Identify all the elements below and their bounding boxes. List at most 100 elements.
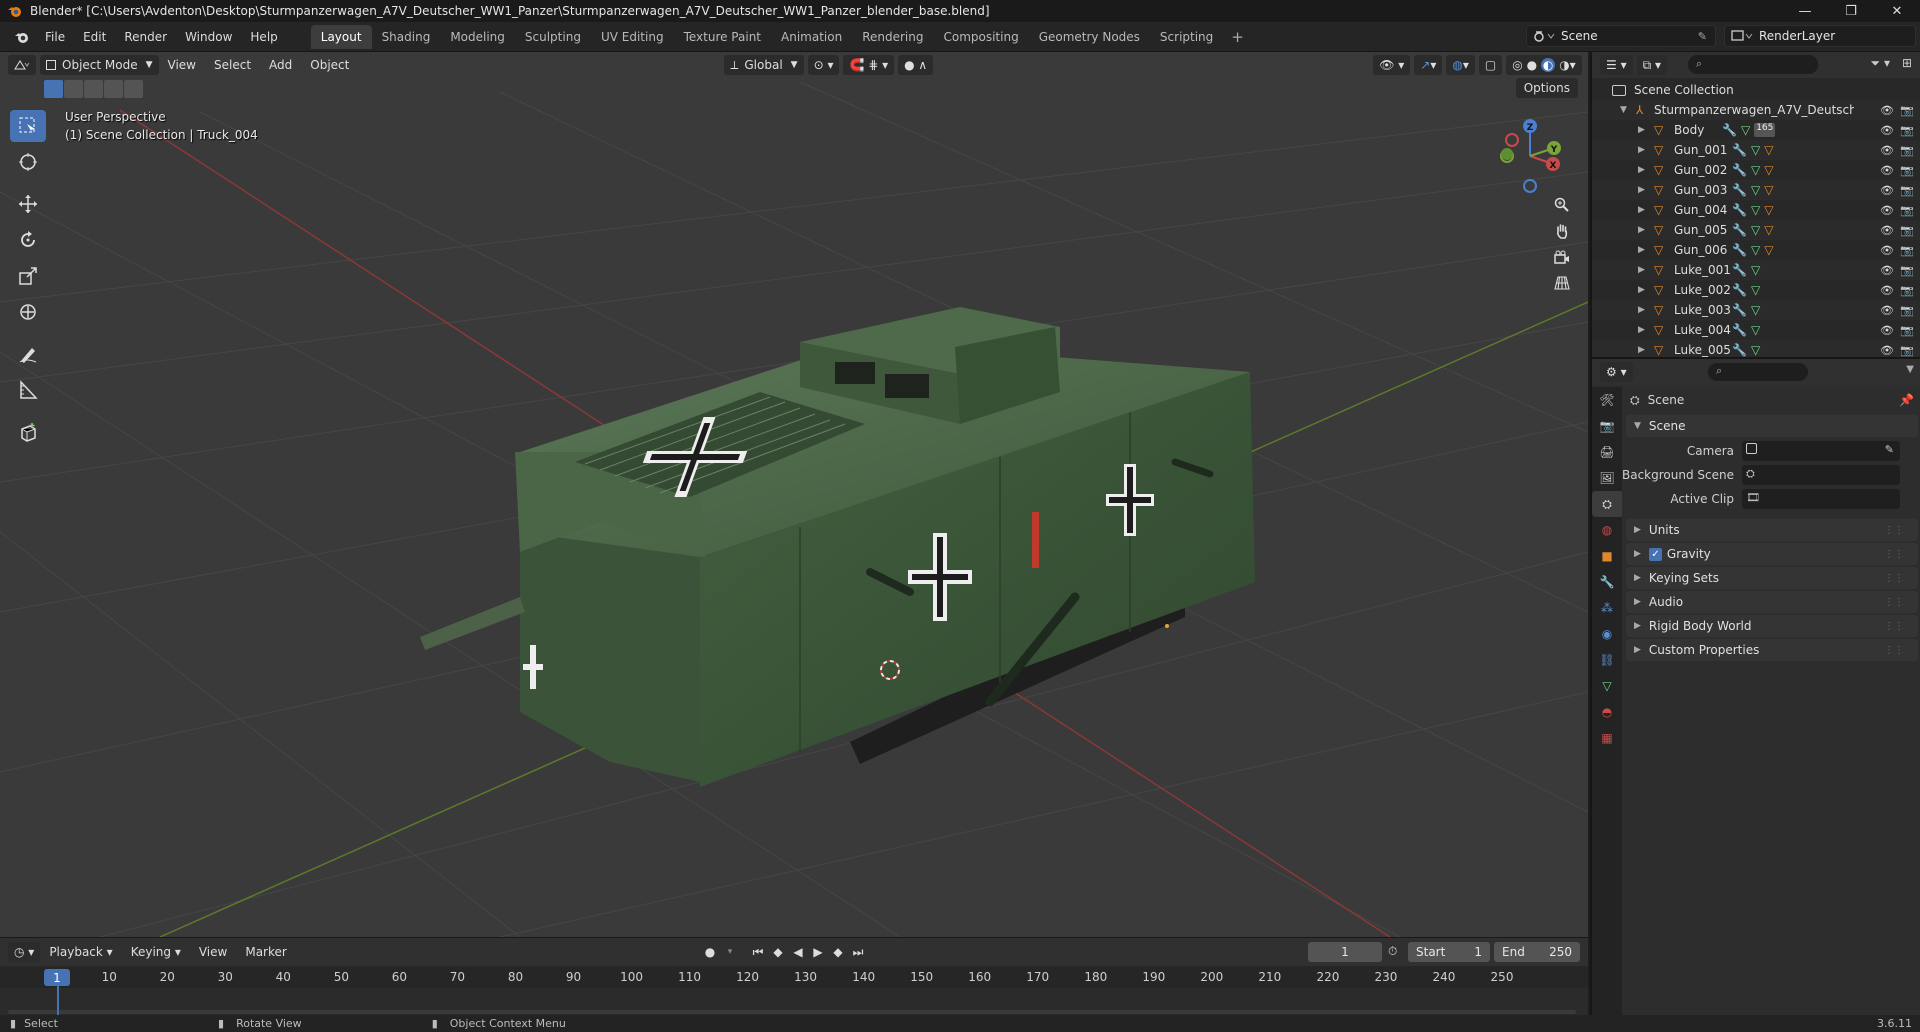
scene-selector[interactable]: Scene ✎: [1526, 25, 1716, 47]
properties-search-input[interactable]: ⌕: [1708, 363, 1808, 381]
child-object-icon[interactable]: ▽: [1764, 143, 1773, 157]
object-name[interactable]: Gun_004: [1674, 203, 1727, 217]
object-name[interactable]: Gun_003: [1674, 183, 1727, 197]
menu-render[interactable]: Render: [115, 30, 176, 44]
object-name[interactable]: Luke_002: [1674, 283, 1731, 297]
expand-icon[interactable]: ▶: [1638, 285, 1645, 295]
xray-button[interactable]: ▢: [1478, 55, 1503, 75]
render-camera-icon[interactable]: 📷: [1900, 204, 1914, 217]
panel-header[interactable]: ▶ ✓ Gravity ⋮⋮: [1626, 543, 1918, 565]
modifier-wrench-icon[interactable]: 🔧: [1732, 303, 1747, 317]
panel-header[interactable]: ▶ Rigid Body World ⋮⋮: [1626, 615, 1918, 637]
outliner-collection-row[interactable]: ▼ ⅄ Sturmpanzerwagen_A7V_Deutscher_W 👁 📷: [1592, 100, 1920, 120]
pin-icon[interactable]: 📌: [1899, 393, 1914, 407]
snap-button[interactable]: 🧲 ⋕ ▾: [843, 55, 895, 75]
active-clip-field[interactable]: 🎞: [1742, 489, 1900, 509]
mesh-data-icon[interactable]: ▽: [1751, 243, 1760, 257]
modifier-wrench-icon[interactable]: 🔧: [1732, 283, 1747, 297]
mesh-data-icon[interactable]: ▽: [1751, 303, 1760, 317]
scene-tab-icon[interactable]: ⛭: [1592, 491, 1622, 517]
child-object-icon[interactable]: ▽: [1764, 243, 1773, 257]
editor-type-button[interactable]: [8, 55, 36, 75]
mesh-data-icon[interactable]: ▽: [1751, 203, 1760, 217]
visibility-eye-icon[interactable]: 👁: [1880, 264, 1894, 277]
panel-header[interactable]: ▶ Keying Sets ⋮⋮: [1626, 567, 1918, 589]
drag-handle-icon[interactable]: ⋮⋮: [1884, 573, 1904, 584]
panel-header[interactable]: ▶ Units ⋮⋮: [1626, 519, 1918, 541]
drag-handle-icon[interactable]: ⋮⋮: [1884, 525, 1904, 536]
visibility-eye-icon[interactable]: 👁: [1880, 304, 1894, 317]
constraints-tab-icon[interactable]: ⛓: [1592, 647, 1622, 673]
jump-end-icon[interactable]: ⏭: [848, 942, 868, 962]
transform-tool[interactable]: [10, 296, 46, 328]
render-camera-icon[interactable]: 📷: [1900, 144, 1914, 157]
viewport-menu-select[interactable]: Select: [205, 58, 260, 72]
properties-editor-type-button[interactable]: ⚙ ▾: [1600, 362, 1633, 382]
render-camera-icon[interactable]: 📷: [1900, 344, 1914, 357]
modifier-wrench-icon[interactable]: 🔧: [1732, 223, 1747, 237]
playhead-line[interactable]: [57, 986, 59, 1016]
playhead-frame-label[interactable]: 1: [44, 969, 70, 986]
outliner-object-row[interactable]: ▶ ▽ Luke_002 🔧 ▽ 👁 📷: [1592, 280, 1920, 300]
drag-handle-icon[interactable]: ⋮⋮: [1884, 597, 1904, 608]
properties-editor[interactable]: ⚙ ▾ ⌕ ▼ 🛠 📷 🖨 🖼 ⛭ ◍ ■ 🔧 ⁂ ◉ ⛓ ▽ ◓ ▦ ⛭ Sc…: [1590, 357, 1920, 1017]
viewport-menu-view[interactable]: View: [159, 58, 205, 72]
viewport-menu-object[interactable]: Object: [301, 58, 358, 72]
object-tab-icon[interactable]: ■: [1592, 543, 1622, 569]
annotate-tool[interactable]: [10, 338, 46, 370]
pan-hand-icon[interactable]: [1548, 218, 1576, 244]
tab-layout[interactable]: Layout: [310, 24, 372, 49]
object-name[interactable]: Body: [1674, 123, 1704, 137]
tab-scripting[interactable]: Scripting: [1150, 25, 1223, 49]
outliner-object-row[interactable]: ▶ ▽ Body 🔧 ▽ 165 👁 📷: [1592, 120, 1920, 140]
mesh-data-icon[interactable]: ▽: [1751, 263, 1760, 277]
object-name[interactable]: Gun_006: [1674, 243, 1727, 257]
render-camera-icon[interactable]: 📷: [1900, 304, 1914, 317]
child-object-icon[interactable]: ▽: [1764, 223, 1773, 237]
outliner-object-row[interactable]: ▶ ▽ Gun_003 🔧 ▽ ▽ 👁 📷: [1592, 180, 1920, 200]
maximize-button[interactable]: ❐: [1828, 0, 1874, 22]
material-tab-icon[interactable]: ◓: [1592, 699, 1622, 725]
modifier-wrench-icon[interactable]: 🔧: [1732, 343, 1747, 357]
minimize-button[interactable]: —: [1782, 0, 1828, 22]
texture-tab-icon[interactable]: ▦: [1592, 725, 1622, 751]
outliner-scene-collection[interactable]: Scene Collection: [1592, 80, 1920, 100]
gizmo-toggle-button[interactable]: ↗ ▾: [1414, 55, 1443, 75]
drag-handle-icon[interactable]: ⋮⋮: [1884, 621, 1904, 632]
modifier-wrench-icon[interactable]: 🔧: [1732, 143, 1747, 157]
outliner-object-row[interactable]: ▶ ▽ Gun_001 🔧 ▽ ▽ 👁 📷: [1592, 140, 1920, 160]
timeline-scrollbar[interactable]: [8, 1010, 1576, 1014]
outliner-object-row[interactable]: ▶ ▽ Gun_005 🔧 ▽ ▽ 👁 📷: [1592, 220, 1920, 240]
tab-geometry-nodes[interactable]: Geometry Nodes: [1029, 25, 1150, 49]
physics-tab-icon[interactable]: ◉: [1592, 621, 1622, 647]
object-mode-dropdown[interactable]: Object Mode ▼: [40, 55, 159, 75]
render-tab-icon[interactable]: 📷: [1592, 413, 1622, 439]
visibility-eye-icon[interactable]: 👁: [1880, 184, 1894, 197]
panel-header[interactable]: ▶ Audio ⋮⋮: [1626, 591, 1918, 613]
object-name[interactable]: Gun_005: [1674, 223, 1727, 237]
modifier-wrench-icon[interactable]: 🔧: [1732, 183, 1747, 197]
tab-modeling[interactable]: Modeling: [440, 25, 515, 49]
menu-file[interactable]: File: [36, 30, 74, 44]
tab-rendering[interactable]: Rendering: [852, 25, 933, 49]
render-camera-icon[interactable]: 📷: [1900, 284, 1914, 297]
scale-tool[interactable]: [10, 260, 46, 292]
render-camera-icon[interactable]: 📷: [1900, 104, 1914, 117]
outliner-object-row[interactable]: ▶ ▽ Luke_004 🔧 ▽ 👁 📷: [1592, 320, 1920, 340]
blender-menu-icon[interactable]: [8, 25, 36, 49]
navigation-gizmo[interactable]: Z X Y: [1490, 114, 1570, 194]
tab-shading[interactable]: Shading: [372, 25, 441, 49]
output-tab-icon[interactable]: 🖨: [1592, 439, 1622, 465]
select-new-mode[interactable]: [44, 80, 63, 98]
select-extend-mode[interactable]: [64, 80, 83, 98]
mesh-data-icon[interactable]: ▽: [1751, 343, 1760, 357]
modifier-wrench-icon[interactable]: 🔧: [1732, 263, 1747, 277]
timeline-menu-view[interactable]: View: [190, 945, 236, 959]
expand-icon[interactable]: ▶: [1638, 165, 1645, 175]
chevron-down-icon[interactable]: ▼: [1906, 364, 1914, 375]
modifier-wrench-icon[interactable]: 🔧: [1722, 123, 1737, 137]
material-shading-icon[interactable]: ◐: [1540, 58, 1556, 72]
expand-icon[interactable]: ▶: [1638, 185, 1645, 195]
frame-ruler[interactable]: 1 10 20 30 40 50 60 70 80 90 100 110 120 130 140 150 160…: [0, 966, 1588, 988]
outliner-object-row[interactable]: ▶ ▽ Gun_004 🔧 ▽ ▽ 👁 📷: [1592, 200, 1920, 220]
